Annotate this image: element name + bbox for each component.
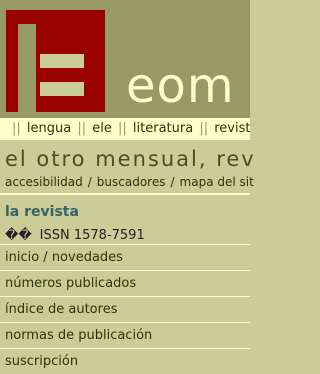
header-divider bbox=[0, 193, 250, 195]
brand-name: eom bbox=[126, 58, 235, 114]
site-tagline: el otro mensual, rev bbox=[5, 147, 256, 171]
menu-item-inicio[interactable]: inicio / novedades bbox=[0, 244, 250, 270]
menu-item-suscripcion[interactable]: suscripción bbox=[0, 348, 250, 374]
logo-bar-bottom bbox=[40, 82, 84, 96]
nav-link-lengua[interactable]: lengua bbox=[27, 121, 71, 136]
section-title: la revista bbox=[5, 204, 79, 220]
sidebar-menu: inicio / novedades números publicados ín… bbox=[0, 244, 250, 374]
issn-number: ISSN 1578-7591 bbox=[39, 228, 145, 243]
nav-link-literatura[interactable]: literatura bbox=[133, 121, 193, 136]
nav-separator: || bbox=[118, 121, 127, 136]
header-banner: eom bbox=[0, 0, 250, 118]
nav-link-revista[interactable]: revista e bbox=[214, 121, 250, 136]
site-logo[interactable] bbox=[6, 10, 105, 118]
logo-bar-top bbox=[40, 54, 84, 68]
util-link-mapa[interactable]: mapa del sit bbox=[180, 175, 254, 189]
util-separator: / bbox=[170, 175, 175, 189]
unknown-glyphs: �� bbox=[5, 228, 32, 243]
menu-item-numeros[interactable]: números publicados bbox=[0, 270, 250, 296]
util-separator: / bbox=[87, 175, 92, 189]
nav-separator: || bbox=[77, 121, 87, 136]
menu-item-autores[interactable]: índice de autores bbox=[0, 296, 250, 322]
logo-stripe bbox=[18, 24, 36, 118]
util-link-accesibilidad[interactable]: accesibilidad bbox=[5, 175, 83, 189]
menu-item-normas[interactable]: normas de publicación bbox=[0, 322, 250, 348]
utility-navigation: accesibilidad / buscadores / mapa del sit bbox=[5, 175, 254, 189]
top-navigation: || lengua || ele || literatura || revist… bbox=[0, 118, 250, 140]
util-link-buscadores[interactable]: buscadores bbox=[97, 175, 166, 189]
nav-link-ele[interactable]: ele bbox=[92, 121, 112, 136]
nav-separator: || bbox=[12, 121, 21, 136]
issn-line: �� ISSN 1578-7591 bbox=[5, 228, 145, 243]
nav-separator: || bbox=[199, 121, 209, 136]
